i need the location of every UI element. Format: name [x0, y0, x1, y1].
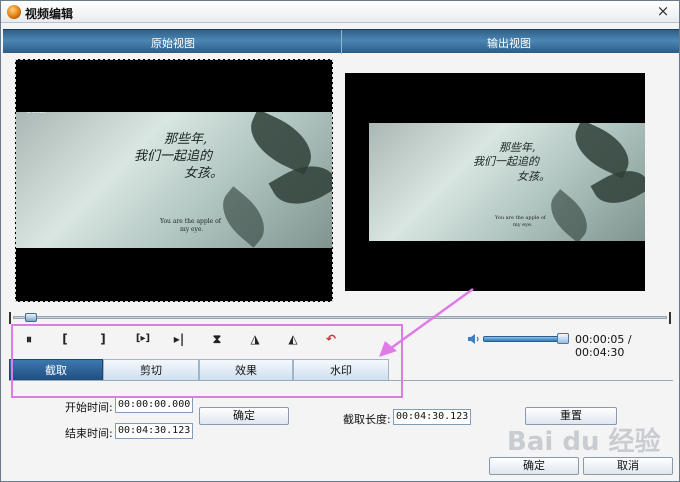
original-view-label: 原始视图 — [151, 37, 195, 50]
poem-line: 我们一起追的 — [134, 148, 213, 164]
poem-line: 那些年, — [164, 132, 208, 147]
length-label: 截取长度: — [343, 413, 391, 426]
caption-line: You are the apple of — [160, 218, 221, 225]
timeline-end-cap — [667, 312, 671, 324]
baidu-watermark: Bai du 经验 — [507, 427, 661, 457]
end-time-label: 结束时间: — [65, 427, 113, 440]
close-icon[interactable]: × — [655, 3, 671, 19]
annotation-highlight-box — [11, 324, 403, 398]
timeline-track[interactable] — [13, 316, 667, 319]
poem-line: 那些年, — [499, 141, 536, 154]
output-poem: 那些年, 我们一起追的 女孩。 — [473, 141, 550, 184]
original-logo: 优酷 — [26, 112, 46, 115]
output-caption: You are the apple of my eye. — [495, 215, 546, 228]
video-edit-window: 视频编辑 × 原始视图 输出视图 优酷 那些年, 我们一起追的 女孩。 You … — [0, 0, 680, 482]
annotation-arrow-icon — [379, 287, 474, 357]
title-bar: 视频编辑 × — [1, 1, 679, 23]
view-header: 原始视图 输出视图 — [3, 29, 679, 54]
time-display: 00:00:05 / 00:04:30 — [575, 333, 632, 359]
end-time-field[interactable]: 00:04:30.123 — [115, 423, 193, 439]
poem-line: 女孩。 — [184, 165, 224, 181]
poem-line: 我们一起追的 — [473, 155, 539, 169]
poem-line: 女孩。 — [517, 169, 550, 183]
leaf-shape — [211, 186, 276, 248]
view-divider — [341, 30, 342, 54]
caption-line: You are the apple of — [495, 215, 546, 221]
original-video-frame: 优酷 那些年, 我们一起追的 女孩。 You are the apple of … — [16, 112, 332, 248]
start-time-label: 开始时间: — [65, 401, 113, 414]
caption-line: my eye. — [180, 225, 204, 233]
timeline-slider[interactable] — [9, 312, 671, 324]
caption-line: my eye. — [513, 221, 533, 228]
output-logo: 优酷 — [377, 123, 397, 124]
original-caption: You are the apple of my eye. — [160, 218, 221, 234]
volume-thumb[interactable] — [557, 333, 570, 344]
window-title: 视频编辑 — [25, 7, 74, 21]
output-view-label: 输出视图 — [487, 37, 531, 50]
length-field[interactable]: 00:04:30.123 — [393, 409, 471, 425]
start-time-field[interactable]: 00:00:00.000 — [115, 397, 193, 413]
confirm-time-button[interactable]: 确定 — [199, 407, 289, 425]
app-icon — [7, 5, 21, 19]
output-video-frame: 优酷 那些年, 我们一起追的 女孩。 You are the apple of … — [369, 123, 645, 241]
timeline-thumb[interactable] — [25, 313, 38, 322]
output-view-panel: 优酷 那些年, 我们一起追的 女孩。 You are the apple of … — [345, 73, 645, 291]
leaf-shape — [540, 189, 598, 241]
cancel-button[interactable]: 取消 — [583, 457, 673, 475]
original-view-panel[interactable]: 优酷 那些年, 我们一起追的 女孩。 You are the apple of … — [15, 59, 333, 302]
volume-track[interactable] — [483, 336, 569, 342]
ok-button[interactable]: 确定 — [489, 457, 579, 475]
original-poem: 那些年, 我们一起追的 女孩。 — [134, 132, 223, 183]
